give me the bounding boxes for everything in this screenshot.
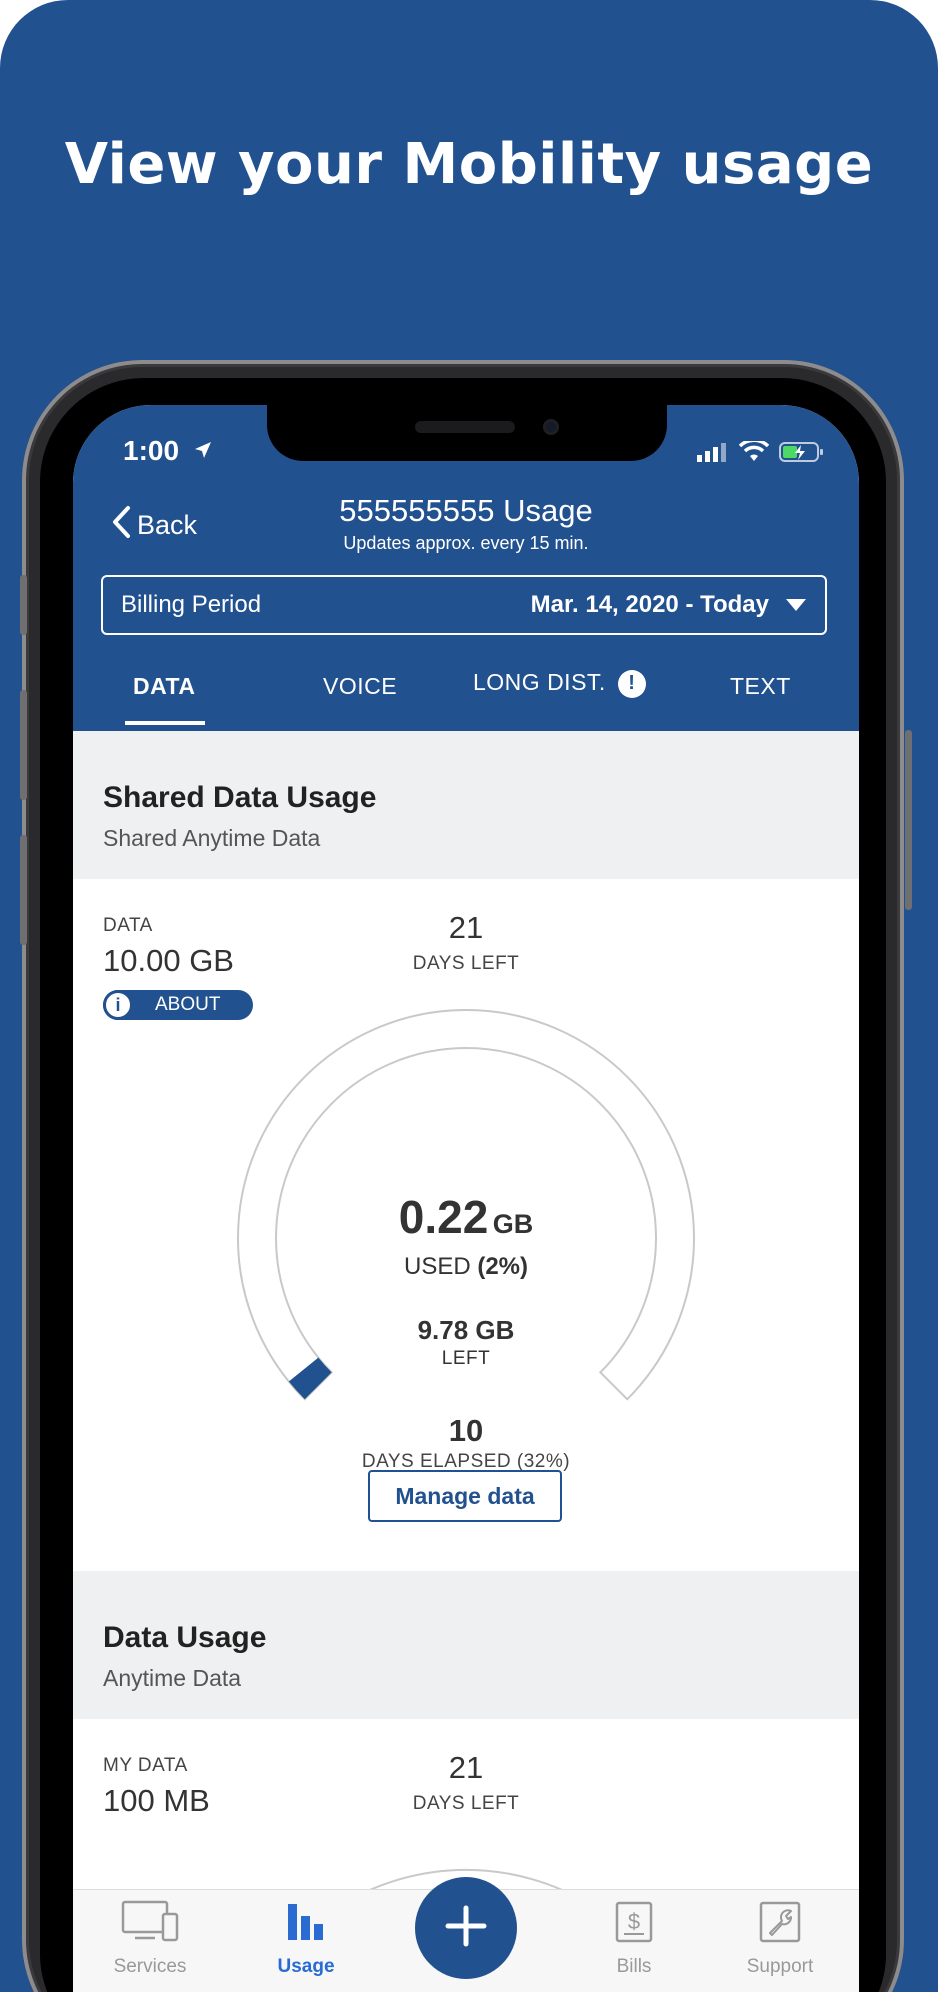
- plus-icon: [444, 1904, 488, 1953]
- used-label: USED: [403, 1253, 471, 1280]
- active-tab-indicator: [125, 721, 205, 725]
- bar-chart-icon: [284, 1904, 328, 1949]
- data-usage-section-header: Data Usage Anytime Data: [73, 1571, 859, 1719]
- data-usage-title: Data Usage: [103, 1621, 267, 1654]
- promo-headline: View your Mobility usage: [64, 132, 874, 197]
- used-caption: USED (2%): [73, 1253, 859, 1281]
- phone-speaker: [415, 421, 515, 433]
- wifi-icon: [738, 438, 770, 468]
- nav-bills[interactable]: $ Bills: [574, 1900, 694, 1978]
- phone-camera: [543, 419, 559, 435]
- phone-side-button: [905, 730, 912, 910]
- nav-support-label: Support: [746, 1956, 814, 1977]
- tab-text[interactable]: TEXT: [730, 673, 791, 700]
- shared-section-subtitle: Shared Anytime Data: [103, 825, 321, 851]
- days-elapsed-value: 10: [448, 1413, 484, 1448]
- nav-services-label: Services: [113, 1956, 187, 1977]
- days-left-value: 21: [448, 910, 484, 945]
- phone-side-button: [20, 690, 27, 800]
- billing-period-value-wrap: Mar. 14, 2020 - Today: [531, 591, 807, 619]
- used-unit: GB: [492, 1209, 534, 1239]
- nav-usage[interactable]: Usage: [246, 1900, 366, 1978]
- used-value: 0.22: [398, 1191, 489, 1243]
- days-left-label: DAYS LEFT: [412, 953, 520, 974]
- my-days-left-label: DAYS LEFT: [412, 1793, 520, 1814]
- cellular-signal-icon: [697, 442, 729, 467]
- status-time-text: 1:00: [123, 435, 180, 466]
- phone-screen: 1:00 555555555 Usage Updates approx. eve…: [73, 405, 859, 1992]
- status-icons: [697, 438, 825, 468]
- chevron-left-icon: [111, 505, 131, 546]
- billing-period-select[interactable]: Billing Period Mar. 14, 2020 - Today: [101, 575, 827, 635]
- phone-notch: [267, 405, 667, 461]
- data-usage-subtitle: Anytime Data: [103, 1665, 242, 1691]
- svg-text:$: $: [628, 1909, 640, 1934]
- devices-icon: [121, 1900, 179, 1949]
- shared-section-title: Shared Data Usage: [103, 781, 377, 814]
- left-label: LEFT: [441, 1348, 491, 1369]
- nav-services[interactable]: Services: [90, 1900, 210, 1978]
- usage-tabs: DATA VOICE LONG DIST.! TEXT: [73, 669, 859, 731]
- nav-support[interactable]: Support: [720, 1900, 840, 1978]
- phone-side-button: [20, 575, 27, 635]
- manage-data-button[interactable]: Manage data: [368, 1470, 562, 1522]
- used-amount: 0.22 GB: [73, 1190, 859, 1244]
- left-value: 9.78 GB: [417, 1315, 515, 1345]
- shared-section-header: Shared Data Usage Shared Anytime Data: [73, 731, 859, 879]
- tab-long-distance[interactable]: LONG DIST.!: [473, 669, 646, 698]
- bill-icon: $: [614, 1901, 654, 1949]
- nav-usage-label: Usage: [277, 1956, 335, 1977]
- nav-bills-label: Bills: [616, 1956, 652, 1977]
- add-button[interactable]: [415, 1877, 517, 1979]
- tab-data[interactable]: DATA: [133, 673, 195, 700]
- my-days-left-value: 21: [448, 1750, 484, 1785]
- billing-period-value: Mar. 14, 2020 - Today: [530, 591, 769, 618]
- phone-side-button: [20, 835, 27, 945]
- promo-canvas: View your Mobility usage 1:00 555555555 …: [0, 0, 938, 1992]
- alert-icon: !: [617, 669, 646, 698]
- battery-icon: [779, 441, 825, 468]
- back-button[interactable]: Back: [111, 505, 197, 546]
- tab-voice[interactable]: VOICE: [323, 673, 397, 700]
- wrench-icon: [758, 1901, 802, 1949]
- billing-period-label: Billing Period: [121, 591, 262, 618]
- location-arrow-icon: [193, 435, 213, 467]
- used-percent: (2%): [477, 1253, 529, 1280]
- tab-long-distance-label: LONG DIST.: [473, 669, 606, 695]
- back-label: Back: [137, 510, 198, 540]
- status-time: 1:00: [123, 435, 213, 467]
- caret-down-icon: [785, 591, 807, 619]
